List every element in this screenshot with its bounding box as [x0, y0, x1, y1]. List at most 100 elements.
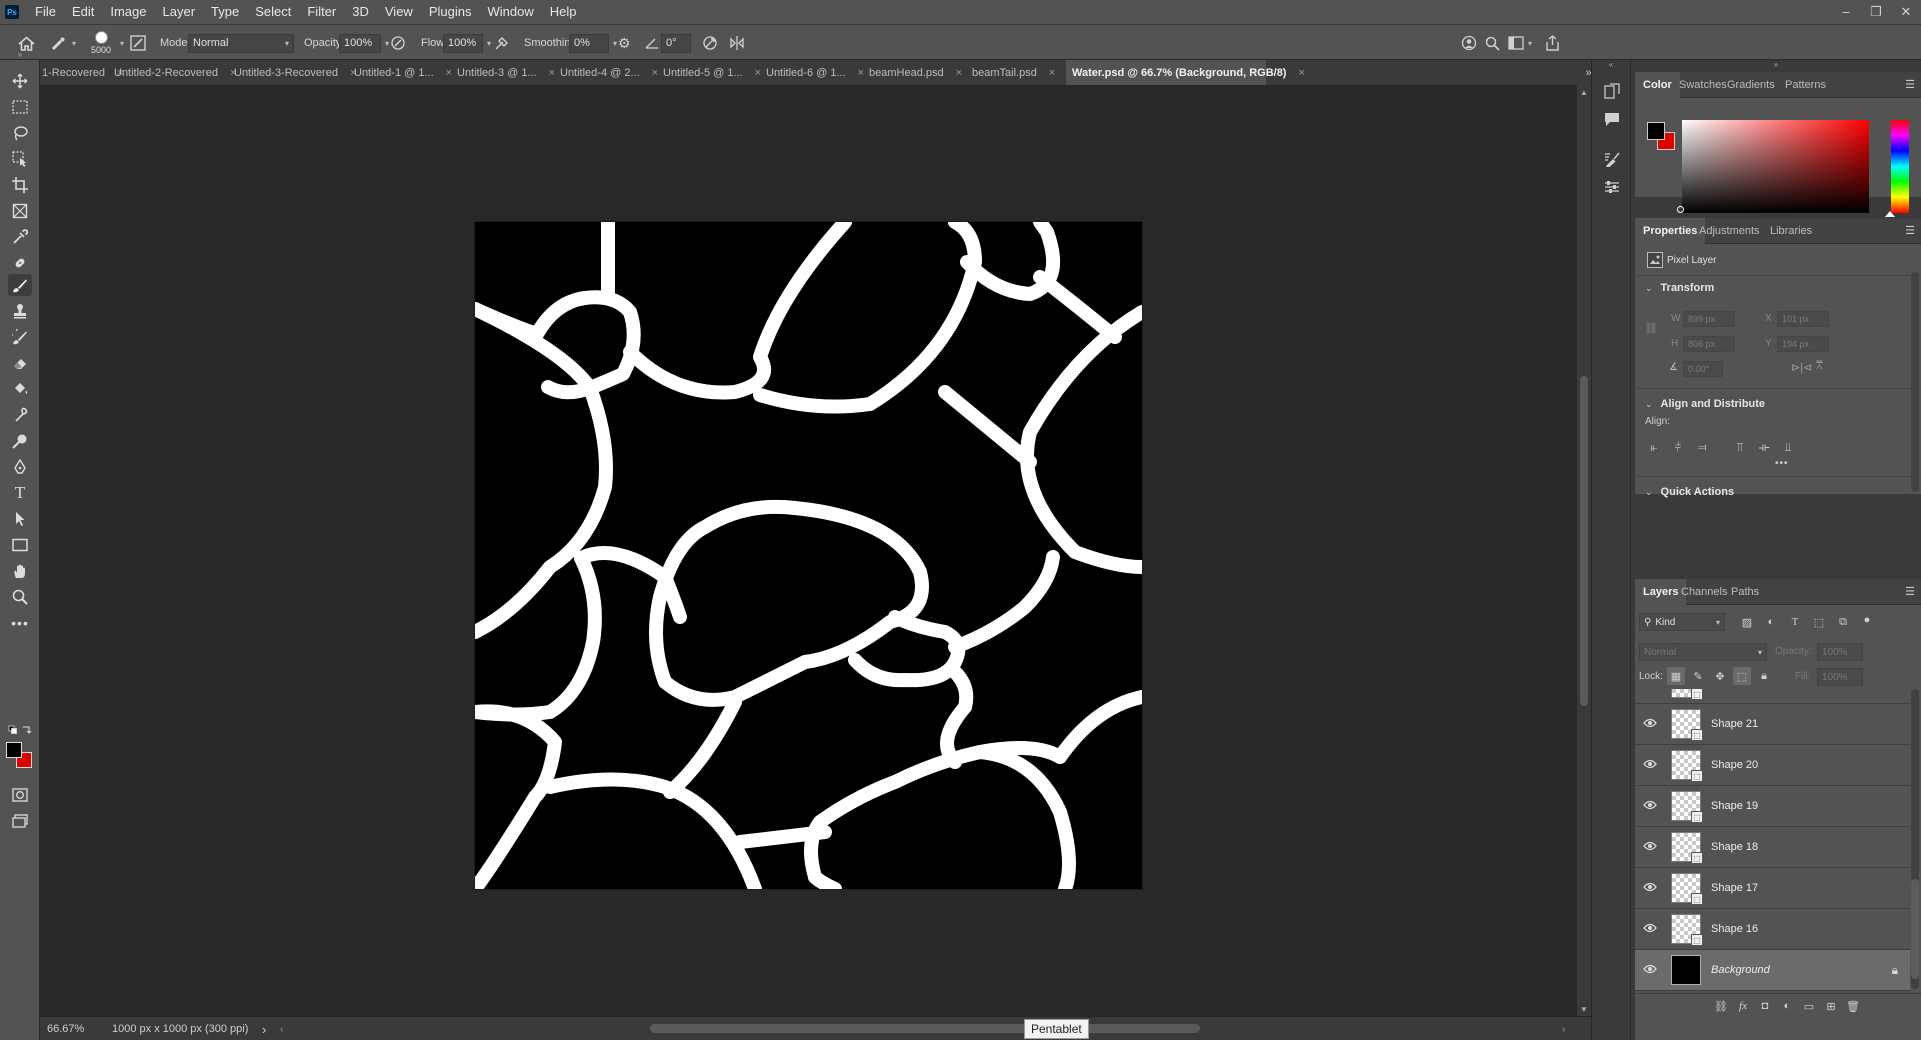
- filter-type-icon[interactable]: T: [1787, 614, 1803, 630]
- more-options-icon[interactable]: •••: [1775, 458, 1789, 469]
- canvas-vertical-scrollbar[interactable]: ▲ ▼: [1577, 86, 1591, 1016]
- new-layer-icon[interactable]: ⊞: [1823, 998, 1839, 1014]
- filter-adjustment-icon[interactable]: ◐: [1763, 614, 1779, 630]
- filter-smart-object-icon[interactable]: ⧉: [1835, 614, 1851, 630]
- close-tab-icon[interactable]: ×: [956, 67, 962, 79]
- symmetry-icon[interactable]: [729, 25, 745, 61]
- maximize-button[interactable]: ❐: [1861, 0, 1891, 24]
- hue-slider[interactable]: [1891, 120, 1909, 213]
- layer-row[interactable]: ⬚ Shape 16: [1635, 909, 1910, 950]
- new-group-icon[interactable]: ▭: [1801, 998, 1817, 1014]
- layer-row[interactable]: ⬚ Shape 17: [1635, 868, 1910, 909]
- saturation-brightness-field[interactable]: [1682, 120, 1869, 213]
- share-icon[interactable]: [1545, 25, 1560, 61]
- gear-icon[interactable]: ⚙: [618, 25, 631, 61]
- workspace-icon[interactable]: ▾: [1508, 25, 1532, 61]
- visibility-eye-icon[interactable]: [1635, 840, 1665, 854]
- adjustment-presets-icon[interactable]: [1600, 176, 1624, 198]
- add-mask-icon[interactable]: ◘: [1757, 998, 1773, 1014]
- dodge-tool-icon[interactable]: [8, 430, 32, 452]
- default-colors-icon[interactable]: [8, 724, 32, 738]
- brush-size-caret-icon[interactable]: ▾: [120, 25, 124, 61]
- move-tool-icon[interactable]: [8, 70, 32, 92]
- zoom-tool-icon[interactable]: [8, 586, 32, 608]
- menu-layer[interactable]: Layer: [155, 0, 204, 24]
- pen-tool-icon[interactable]: [8, 456, 32, 478]
- document-tab[interactable]: beamTail.psd ×: [966, 60, 1062, 85]
- visibility-eye-icon[interactable]: [1635, 717, 1665, 731]
- document-tab[interactable]: Untitled-4 @ 2... ×: [554, 60, 658, 85]
- link-layers-icon[interactable]: ⛓: [1713, 998, 1729, 1014]
- brush-tool-preset-icon[interactable]: ▾: [50, 25, 76, 61]
- panel-tab-libraries[interactable]: Libraries: [1762, 218, 1820, 244]
- smudge-tool-icon[interactable]: [8, 404, 32, 426]
- scroll-down-arrow-icon[interactable]: ▼: [1577, 1005, 1591, 1014]
- align-bottom-icon[interactable]: ⫫: [1779, 438, 1797, 456]
- path-selection-tool-icon[interactable]: [8, 508, 32, 530]
- blend-mode-select[interactable]: Normal ▾: [1639, 643, 1767, 661]
- visibility-eye-icon[interactable]: [1635, 963, 1665, 977]
- panel-menu-icon[interactable]: ☰: [1905, 78, 1915, 91]
- layer-row[interactable]: Background 🔒︎: [1635, 950, 1910, 991]
- hue-slider-marker[interactable]: [1885, 211, 1895, 217]
- vertical-scroll-thumb[interactable]: [1580, 376, 1588, 706]
- filter-pixel-icon[interactable]: ▨: [1739, 614, 1755, 630]
- flow-field[interactable]: 100%: [443, 33, 483, 53]
- brush-angle-field[interactable]: 0°: [661, 33, 691, 53]
- link-dimensions-icon[interactable]: ⛓: [1644, 322, 1658, 335]
- paint-bucket-tool-icon[interactable]: [8, 378, 32, 400]
- panel-tab-patterns[interactable]: Patterns: [1777, 72, 1834, 98]
- edit-toolbar-icon[interactable]: •••: [8, 612, 32, 634]
- eraser-tool-icon[interactable]: [8, 352, 32, 374]
- opacity-caret-icon[interactable]: ▾: [385, 39, 389, 48]
- fill-field[interactable]: 100%: [1817, 668, 1863, 686]
- smoothing-field[interactable]: 0%: [569, 33, 609, 53]
- minimize-button[interactable]: –: [1831, 0, 1861, 24]
- menu-window[interactable]: Window: [479, 0, 541, 24]
- status-menu-arrow[interactable]: ›: [262, 1017, 266, 1040]
- layer-opacity-field[interactable]: 100%: [1817, 643, 1863, 661]
- properties-scrollbar[interactable]: [1911, 272, 1919, 492]
- height-field[interactable]: 806 px: [1683, 336, 1735, 352]
- type-tool-icon[interactable]: T: [8, 482, 32, 504]
- layer-row[interactable]: ⬚ Shape 18: [1635, 827, 1910, 868]
- crop-tool-icon[interactable]: [8, 174, 32, 196]
- foreground-color-swatch[interactable]: [6, 742, 22, 758]
- quick-mask-icon[interactable]: [8, 784, 32, 806]
- layer-lock-icon[interactable]: 🔒︎: [1892, 963, 1898, 978]
- flip-horizontal-icon[interactable]: ⊳|⊲: [1791, 361, 1812, 374]
- layer-filter-select[interactable]: ⚲ Kind ▾: [1639, 613, 1725, 631]
- color-panel-foreground-swatch[interactable]: [1647, 122, 1665, 140]
- brush-tool-icon[interactable]: [8, 274, 32, 296]
- visibility-eye-icon[interactable]: [1635, 881, 1665, 895]
- align-horizontal-center-icon[interactable]: ⫩: [1669, 438, 1687, 456]
- menu-plugins[interactable]: Plugins: [421, 0, 480, 24]
- new-adjustment-layer-icon[interactable]: ◐: [1779, 998, 1795, 1014]
- close-tab-icon[interactable]: ×: [1049, 67, 1055, 79]
- layers-scrollbar[interactable]: [1911, 689, 1919, 989]
- menu-help[interactable]: Help: [542, 0, 585, 24]
- flow-caret-icon[interactable]: ▾: [487, 39, 491, 48]
- width-field[interactable]: 899 px: [1683, 311, 1735, 327]
- flip-vertical-icon[interactable]: ⩞: [1816, 360, 1823, 373]
- layer-style-fx-icon[interactable]: fx: [1735, 998, 1751, 1014]
- scroll-right-arrow-icon[interactable]: ›: [1562, 1017, 1565, 1040]
- brush-settings-icon[interactable]: [130, 25, 146, 61]
- document-tab[interactable]: 1-Recovered ×: [40, 60, 123, 85]
- menu-3d[interactable]: 3D: [344, 0, 377, 24]
- document-tab[interactable]: Untitled-2-Recovered ×: [108, 60, 236, 85]
- panel-menu-icon[interactable]: ☰: [1905, 585, 1915, 598]
- canvas-area[interactable]: [40, 86, 1577, 1016]
- quick-actions-section-header[interactable]: ⌄ Quick Actions: [1645, 486, 1734, 498]
- align-vertical-center-icon[interactable]: ⟛: [1755, 438, 1773, 456]
- opacity-field[interactable]: 100%: [339, 33, 381, 53]
- document-tab[interactable]: Untitled-3-Recovered ×: [228, 60, 356, 85]
- toolbar-collapse-icon[interactable]: »: [8, 48, 32, 60]
- comments-panel-icon[interactable]: [1600, 108, 1624, 130]
- document-tab[interactable]: Water.psd @ 66.7% (Background, RGB/8) ×: [1066, 60, 1305, 85]
- layer-row[interactable]: ⬚Shape 22: [1635, 689, 1910, 704]
- mode-select[interactable]: Normal ▾: [188, 33, 294, 53]
- search-icon[interactable]: [1485, 25, 1500, 61]
- lasso-tool-icon[interactable]: [8, 122, 32, 144]
- lock-artboard-icon[interactable]: ⬚: [1733, 667, 1751, 685]
